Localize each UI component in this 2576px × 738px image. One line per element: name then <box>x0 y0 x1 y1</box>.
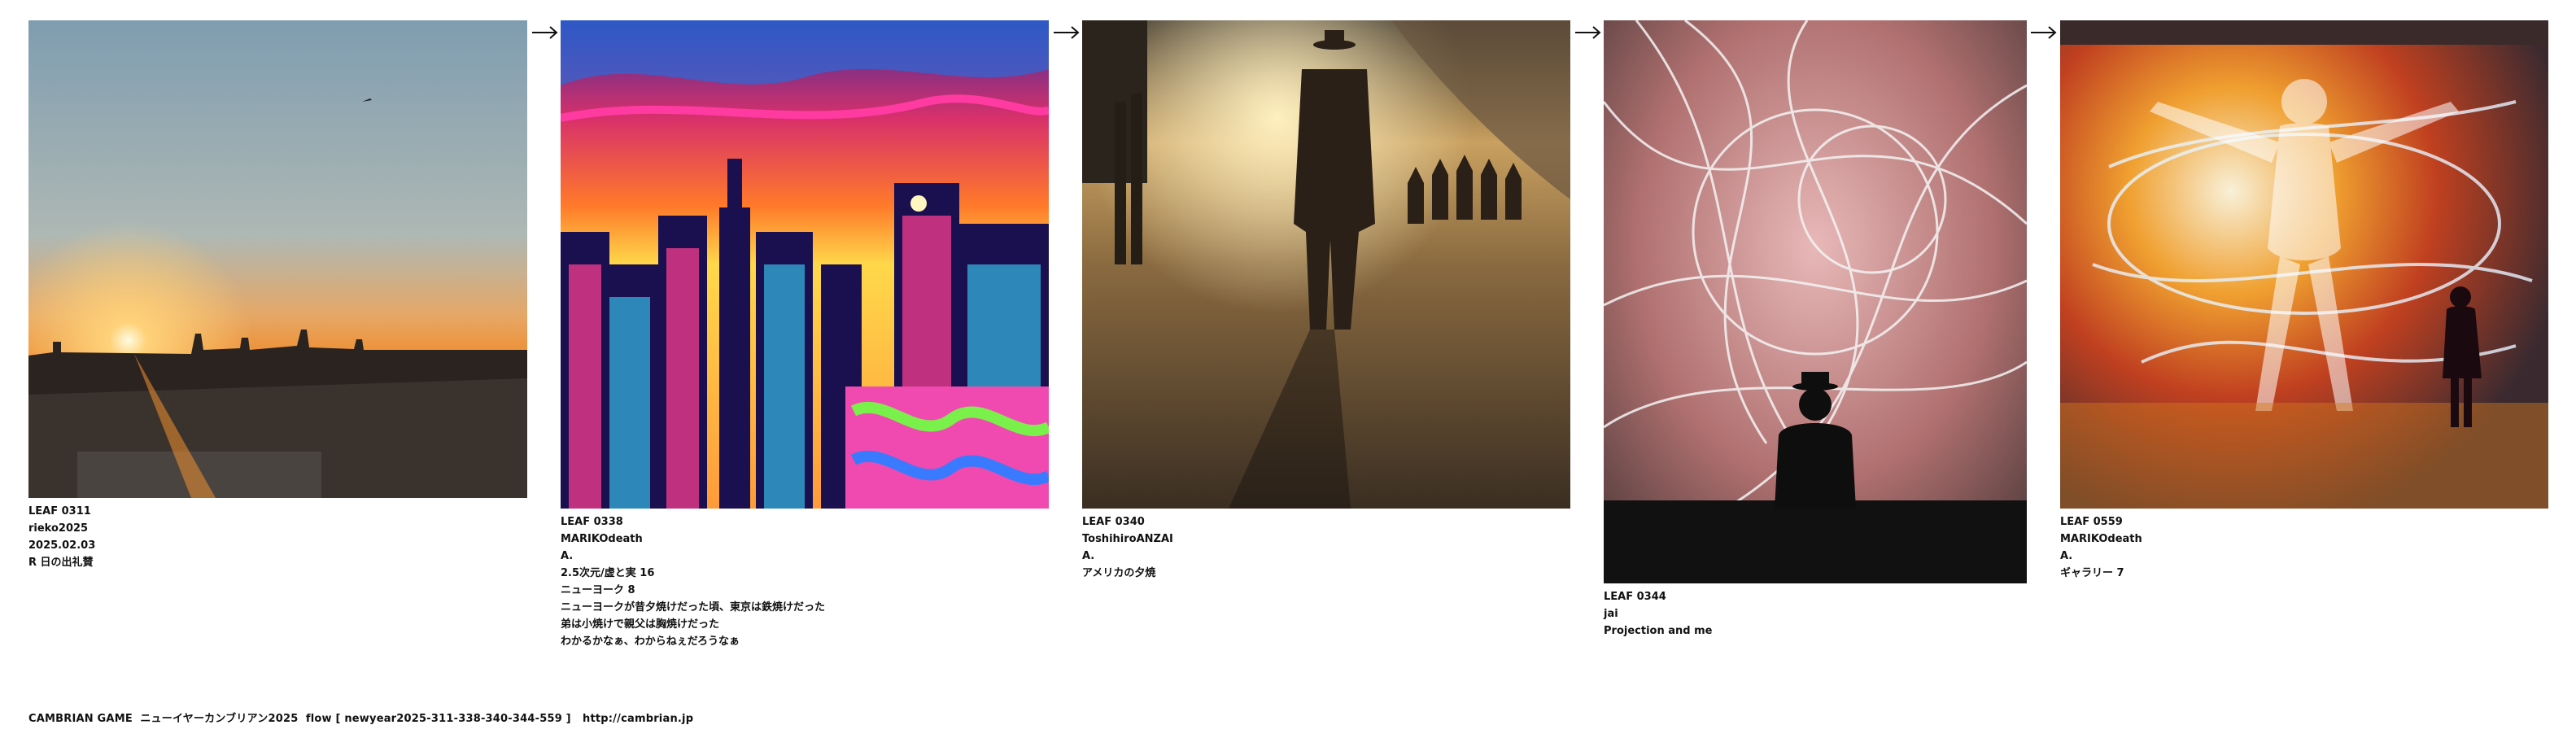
right-arrow-icon <box>1574 24 1603 41</box>
leaf-text-line: R 日の出礼賛 <box>28 557 94 569</box>
leaf-text-line: ギャラリー 7 <box>2060 567 2124 579</box>
right-arrow-icon <box>2029 24 2059 41</box>
leaf-image-0559[interactable] <box>2060 20 2548 509</box>
leaf-image-0311[interactable] <box>28 20 527 498</box>
leaf-card-0338[interactable]: LEAF 0338 MARIKOdeath A. 2.5次元/虚と実 16 ニュ… <box>561 20 1049 650</box>
leaf-meta-0559: LEAF 0559 MARIKOdeath A. ギャラリー 7 <box>2060 513 2548 582</box>
right-arrow-icon <box>1052 24 1081 41</box>
leaf-meta-0311: LEAF 0311 rieko2025 2025.02.03 R 日の出礼賛 <box>28 503 527 571</box>
leaf-card-0344[interactable]: LEAF 0344 jai Projection and me <box>1604 20 2027 640</box>
leaf-card-0559[interactable]: LEAF 0559 MARIKOdeath A. ギャラリー 7 <box>2060 20 2548 582</box>
leaf-author[interactable]: rieko2025 <box>28 520 527 537</box>
leaf-text-line: 2025.02.03 <box>28 539 96 552</box>
leaf-author[interactable]: jai <box>1604 605 2027 622</box>
leaf-text-line: アメリカの夕焼 <box>1082 567 1156 579</box>
flow-footer: CAMBRIAN GAME ニューイヤーカンブリアン2025 flow [ ne… <box>28 710 693 725</box>
leaf-text-line: わかるかなぁ、わからねぇだろうなぁ <box>561 635 740 648</box>
footer-text: CAMBRIAN GAME ニューイヤーカンブリアン2025 flow [ ne… <box>28 713 583 725</box>
leaf-meta-0338: LEAF 0338 MARIKOdeath A. 2.5次元/虚と実 16 ニュ… <box>561 513 1049 650</box>
leaf-text-line: 2.5次元/虚と実 16 <box>561 567 655 579</box>
leaf-id: LEAF 0559 <box>2060 516 2123 528</box>
leaf-author[interactable]: MARIKOdeath <box>561 531 1049 548</box>
leaf-id: LEAF 0340 <box>1082 516 1145 528</box>
cambrian-link[interactable]: http://cambrian.jp <box>583 713 693 725</box>
leaf-author[interactable]: ToshihiroANZAI <box>1082 531 1570 548</box>
leaf-author[interactable]: MARIKOdeath <box>2060 531 2548 548</box>
leaf-text-line: Projection and me <box>1604 625 1713 637</box>
leaf-meta-0344: LEAF 0344 jai Projection and me <box>1604 588 2027 640</box>
leaf-image-0338[interactable] <box>561 20 1049 509</box>
leaf-image-0340[interactable] <box>1082 20 1570 509</box>
leaf-text-line: ニューヨーク 8 <box>561 584 635 596</box>
leaf-image-0344[interactable] <box>1604 20 2027 583</box>
leaf-text-line: 弟は小焼けで親父は胸焼けだった <box>561 618 720 631</box>
leaf-meta-0340: LEAF 0340 ToshihiroANZAI A. アメリカの夕焼 <box>1082 513 1570 582</box>
leaf-id: LEAF 0344 <box>1604 591 1666 603</box>
leaf-id: LEAF 0311 <box>28 505 91 517</box>
leaf-text-line: A. <box>561 550 574 562</box>
leaf-text-line: ニューヨークが昔夕焼けだった頃、東京は鉄焼けだった <box>561 601 826 614</box>
leaf-card-0340[interactable]: LEAF 0340 ToshihiroANZAI A. アメリカの夕焼 <box>1082 20 1570 582</box>
leaf-text-line: A. <box>1082 550 1095 562</box>
leaf-id: LEAF 0338 <box>561 516 623 528</box>
leaf-card-0311[interactable]: LEAF 0311 rieko2025 2025.02.03 R 日の出礼賛 <box>28 20 527 571</box>
right-arrow-icon <box>530 24 560 41</box>
leaf-text-line: A. <box>2060 550 2073 562</box>
